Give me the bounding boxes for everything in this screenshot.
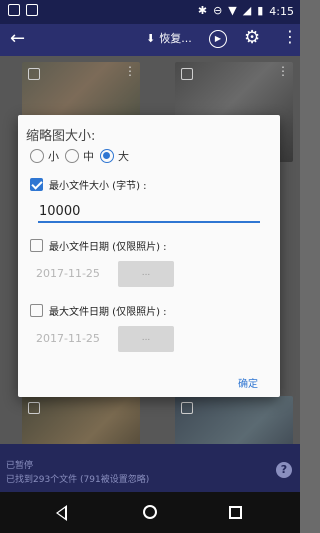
restore-label: 恢复... [159,32,192,45]
thumbnail-checkbox[interactable] [28,402,40,414]
gear-icon[interactable]: ⚙ [244,27,260,48]
min-date-checkbox[interactable] [30,239,43,252]
max-date-value: 2017-11-25 [36,332,100,345]
min-date-label: 最小文件日期 (仅限照片) : [49,242,167,253]
app-bar: ← ⬇ 恢复... ▶ ⚙ ⋮ [0,24,300,56]
download-icon: ⬇ [146,31,156,45]
battery-icon: ▮ [257,4,264,17]
thumbnail-checkbox[interactable] [28,68,40,80]
min-size-checkbox[interactable] [30,178,43,191]
max-date-picker-button[interactable]: ... [118,326,174,352]
notification-icon [26,4,38,16]
min-date-option: 最小文件日期 (仅限照片) : [30,238,167,253]
radio-large-label: 大 [118,150,129,163]
no-sim-icon: ⊖ [213,4,223,17]
nav-recents-icon[interactable] [229,506,242,519]
status-bar: ✱ ⊖ ▼ ◢ ▮ 4:15 [0,0,300,24]
radio-medium[interactable] [65,149,79,163]
notification-icon [8,4,20,16]
status-line: 已暂停 [6,461,34,471]
radio-large[interactable] [100,149,114,163]
max-date-checkbox[interactable] [30,304,43,317]
min-size-input[interactable]: 10000 [38,203,260,223]
min-size-option: 最小文件大小 (字节) : [30,177,147,192]
found-files-line: 已找到293个文件 (791被设置忽略) [6,475,150,485]
more-options-icon[interactable]: ⋮ [277,64,289,78]
min-date-picker-button[interactable]: ... [118,261,174,287]
ok-button[interactable]: 确定 [238,375,258,390]
wifi-icon: ▼ [228,4,237,17]
more-options-icon[interactable]: ⋮ [282,27,298,46]
max-date-option: 最大文件日期 (仅限照片) : [30,303,167,318]
more-options-icon[interactable]: ⋮ [124,64,136,78]
radio-medium-label: 中 [83,150,94,163]
dialog-title: 缩略图大小: [26,129,96,144]
radio-small-label: 小 [48,150,59,163]
nav-back-icon[interactable] [56,505,67,521]
back-arrow-icon[interactable]: ← [10,28,25,50]
thumbnail-size-radio-group: 小 中 大 [30,148,131,164]
status-left-icons [8,4,38,16]
nav-home-icon[interactable] [143,505,157,519]
bluetooth-icon: ✱ [197,4,208,17]
navigation-bar [0,492,300,533]
min-size-label: 最小文件大小 (字节) : [49,181,147,192]
scan-status-panel: 已暂停 已找到293个文件 (791被设置忽略) ? [0,444,300,492]
thumbnail-settings-dialog: 缩略图大小: 小 中 大 最小文件大小 (字节) : 10000 最小文件日期 … [18,115,280,397]
restore-button[interactable]: ⬇ 恢复... [146,30,192,46]
thumbnail-checkbox[interactable] [181,402,193,414]
status-right-icons: ✱ ⊖ ▼ ◢ ▮ 4:15 [198,4,294,18]
help-icon[interactable]: ? [276,462,292,478]
min-date-value: 2017-11-25 [36,267,100,280]
signal-icon: ◢ [242,4,252,17]
max-date-label: 最大文件日期 (仅限照片) : [49,307,167,318]
radio-small[interactable] [30,149,44,163]
play-icon[interactable]: ▶ [209,30,227,48]
thumbnail-checkbox[interactable] [181,68,193,80]
status-time: 4:15 [269,4,294,18]
